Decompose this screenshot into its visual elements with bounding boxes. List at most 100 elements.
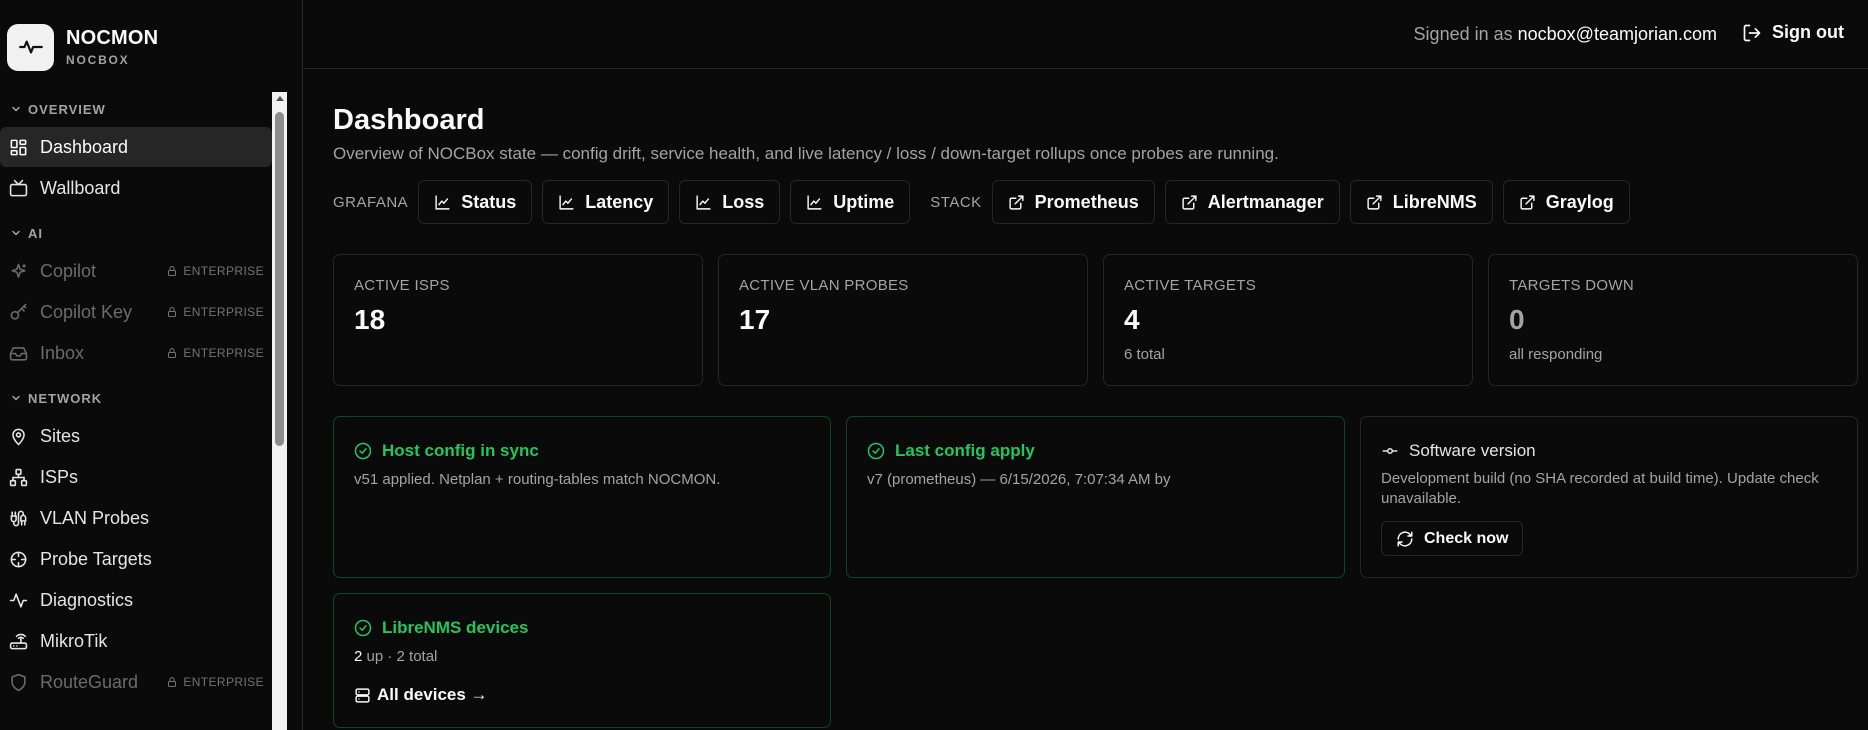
sidebar-item-label: Sites [40,425,81,446]
brand[interactable]: NOCMON NOCBOX [7,22,158,72]
external-link-icon [1367,194,1382,210]
last-config-apply-card: Last config apply v7 (prometheus) — 6/15… [846,416,1345,578]
router-icon [9,633,28,649]
page-title: Dashboard [333,104,485,136]
stat-note: 6 total [1124,346,1165,363]
sidebar-item-wallboard[interactable]: Wallboard [0,168,272,208]
signed-in-prefix: Signed in as [1413,24,1518,44]
stat-card-active-targets: ACTIVE TARGETS 4 6 total [1103,254,1473,386]
check-circle-icon [354,442,372,460]
topbar: Signed in as nocbox@teamjorian.com Sign … [304,0,1868,69]
tv-icon [9,179,28,196]
sidebar-item-label: RouteGuard [40,671,139,692]
enterprise-badge: ENTERPRISE [166,675,264,689]
sidebar-item-routeguard[interactable]: RouteGuard ENTERPRISE [0,662,272,702]
button-label: Check now [1424,529,1509,547]
chevron-down-icon [12,395,20,401]
inbox-icon [9,346,28,361]
crosshair-icon [10,551,27,567]
all-devices-link[interactable]: All devices → [354,685,810,705]
sidebar-item-label: Inbox [40,342,85,363]
network-icon [9,468,28,486]
cable-icon [10,510,27,526]
grafana-status-button[interactable]: Status [418,180,533,224]
check-circle-icon [354,619,372,637]
stat-value: 18 [354,304,386,335]
stack-prometheus-link[interactable]: Prometheus [991,180,1155,224]
sidebar-item-label: Copilot Key [40,301,133,322]
stat-label: ACTIVE VLAN PROBES [739,277,909,294]
card-body: v7 (prometheus) — 6/15/2026, 7:07:34 AM … [867,471,1171,488]
app-root: NOCMON NOCBOX OVERVIEW Dashboard Wallboa… [0,0,1868,730]
scroll-up-arrow-icon[interactable] [276,96,284,101]
button-label: Latency [585,191,654,212]
sidebar-item-dashboard[interactable]: Dashboard [0,127,272,167]
section-overview[interactable]: OVERVIEW [0,92,272,126]
line-chart-icon [559,194,574,210]
external-link-icon [1520,194,1535,210]
section-network[interactable]: NETWORK [0,381,272,415]
page-subtitle: Overview of NOCBox state — config drift,… [333,144,1279,163]
lock-icon [168,677,177,687]
sidebar-item-label: Dashboard [40,136,129,157]
server-icon [355,687,370,703]
scrollbar-thumb[interactable] [275,112,284,446]
lock-icon [168,348,177,358]
stat-card-active-isps: ACTIVE ISPS 18 [333,254,703,386]
map-pin-icon [12,428,25,445]
activity-icon [9,592,28,608]
stat-value: 0 [1509,304,1525,335]
stat-value: 4 [1124,304,1140,335]
sidebar-item-vlan-probes[interactable]: VLAN Probes [0,498,272,538]
card-body: Development build (no SHA recorded at bu… [1381,470,1819,507]
shield-icon [11,673,26,691]
log-out-icon [1743,24,1761,41]
card-title: Software version [1409,441,1536,460]
sidebar-item-inbox[interactable]: Inbox ENTERPRISE [0,333,272,373]
enterprise-badge: ENTERPRISE [166,305,264,319]
sidebar-item-mikrotik[interactable]: MikroTik [0,621,272,661]
devices-summary: up · 2 total [362,648,438,665]
section-ai[interactable]: AI [0,216,272,250]
lock-icon [168,266,177,276]
button-label: Loss [722,191,765,212]
stack-librenms-link[interactable]: LibreNMS [1349,180,1493,224]
sidebar-item-copilot-key[interactable]: Copilot Key ENTERPRISE [0,292,272,332]
grafana-uptime-button[interactable]: Uptime [790,180,911,224]
stat-value: 17 [739,304,771,335]
software-version-card: Software version Development build (no S… [1360,416,1858,578]
sidebar-item-sites[interactable]: Sites [0,416,272,456]
stack-alertmanager-link[interactable]: Alertmanager [1164,180,1340,224]
section-label: NETWORK [28,390,103,406]
sidebar-scrollbar[interactable] [272,92,287,730]
stack-graylog-link[interactable]: Graylog [1502,180,1630,224]
grafana-latency-button[interactable]: Latency [542,180,670,224]
external-link-icon [1009,194,1024,210]
sign-out-button[interactable]: Sign out [1742,22,1844,43]
key-icon [10,303,27,320]
check-now-button[interactable]: Check now [1381,521,1524,556]
sidebar-item-isps[interactable]: ISPs [0,457,272,497]
sidebar-item-copilot[interactable]: Copilot ENTERPRISE [0,251,272,291]
git-commit-icon [1382,448,1398,454]
sidebar-item-label: Wallboard [40,177,121,198]
brand-name: NOCMON [66,27,159,49]
grafana-loss-button[interactable]: Loss [679,180,781,224]
sidebar-item-label: VLAN Probes [40,507,150,528]
card-title: LibreNMS devices [382,618,529,637]
button-label: Graylog [1545,191,1614,212]
line-chart-icon [807,194,822,210]
button-label: Uptime [833,191,895,212]
sidebar-item-diagnostics[interactable]: Diagnostics [0,580,272,620]
sidebar-item-label: Diagnostics [40,589,134,610]
section-label: AI [28,225,43,241]
stat-card-active-vlan-probes: ACTIVE VLAN PROBES 17 [718,254,1088,386]
sidebar-item-label: ISPs [40,466,79,487]
button-label: Prometheus [1034,191,1139,212]
sidebar-item-label: Copilot [40,260,97,281]
sidebar-item-probe-targets[interactable]: Probe Targets [0,539,272,579]
activity-icon [7,23,54,71]
card-body: v51 applied. Netplan + routing-tables ma… [354,471,721,488]
stat-note: all responding [1509,346,1603,363]
enterprise-badge-label: ENTERPRISE [183,675,264,689]
